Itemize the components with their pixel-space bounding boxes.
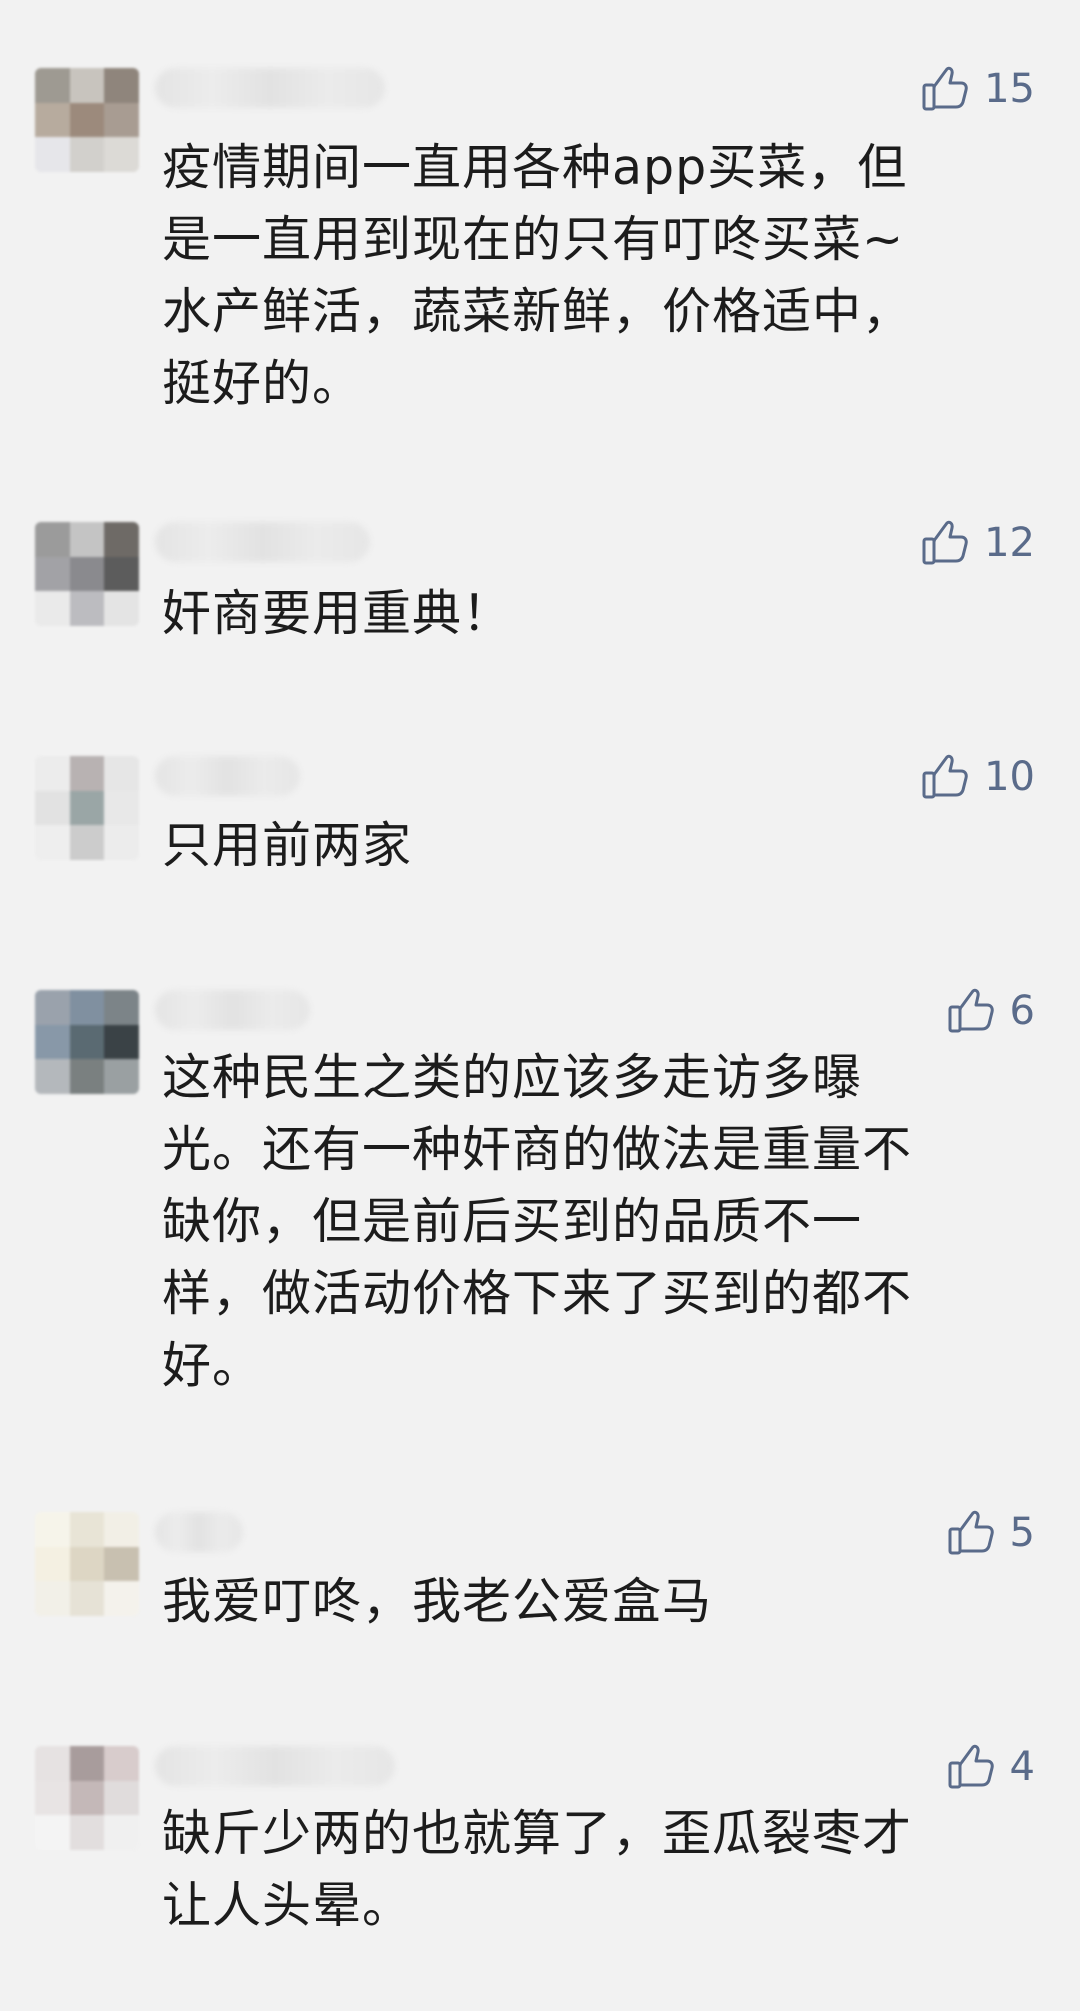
avatar-pixel [69, 68, 105, 103]
avatar-pixel [104, 790, 139, 826]
avatar-pixel [35, 825, 70, 860]
nickname-blurred[interactable] [155, 522, 370, 562]
comment-text: 缺斤少两的也就算了，歪瓜裂枣才 让人头晕。 [162, 1805, 913, 1934]
avatar-pixel [35, 1024, 70, 1060]
like-count: 10 [984, 754, 1035, 800]
avatar-pixel [35, 522, 70, 557]
avatar-pixel [69, 990, 105, 1025]
avatar-pixel [35, 1512, 70, 1547]
avatar-pixel [35, 1059, 70, 1094]
avatar-pixel [69, 1512, 105, 1547]
avatar-pixel [35, 790, 70, 826]
avatar[interactable] [35, 1746, 139, 1850]
avatar-pixel [35, 556, 70, 592]
like-count: 15 [984, 66, 1035, 112]
avatar-pixel [69, 1546, 105, 1582]
avatar-pixel [35, 1780, 70, 1816]
comment-text: 这种民生之类的应该多走访多曝 光。还有一种奸商的做法是重量不 缺你，但是前后买到… [162, 1049, 913, 1394]
avatar-pixel [69, 1024, 105, 1060]
avatar[interactable] [35, 990, 139, 1094]
avatar-pixel [35, 1581, 70, 1616]
avatar-pixel [69, 1815, 105, 1850]
like-button[interactable]: 12 [920, 518, 1035, 568]
nickname-blurred[interactable] [155, 756, 300, 796]
nickname-blurred[interactable] [155, 1746, 395, 1786]
comment-list: 15 疫情期间一直用各种app买菜，但 是一直用到现在的只有叮咚买菜~ 水产鲜活… [0, 0, 1080, 2011]
avatar-pixel [104, 102, 139, 138]
avatar-pixel [35, 990, 70, 1025]
avatar-pixel [104, 137, 139, 172]
avatar-pixel [69, 1581, 105, 1616]
avatar-pixel [104, 1746, 139, 1781]
comment-text: 疫情期间一直用各种app买菜，但 是一直用到现在的只有叮咚买菜~ 水产鲜活，蔬菜… [162, 139, 913, 412]
avatar[interactable] [35, 522, 139, 626]
like-button[interactable]: 15 [920, 64, 1035, 114]
like-button[interactable]: 4 [946, 1742, 1035, 1792]
avatar-pixel [69, 137, 105, 172]
comment-text: 只用前两家 [162, 817, 413, 874]
like-button[interactable]: 5 [946, 1508, 1035, 1558]
avatar-pixel [69, 522, 105, 557]
avatar-pixel [35, 1546, 70, 1582]
avatar-pixel [35, 102, 70, 138]
avatar-pixel [69, 825, 105, 860]
avatar-pixel [35, 1815, 70, 1850]
avatar[interactable] [35, 1512, 139, 1616]
avatar-pixel [104, 1581, 139, 1616]
avatar[interactable] [35, 68, 139, 172]
like-count: 12 [984, 520, 1035, 566]
comment-text: 奸商要用重典！ [162, 585, 513, 642]
avatar-pixel [69, 756, 105, 791]
nickname-blurred[interactable] [155, 68, 385, 108]
nickname-blurred[interactable] [155, 990, 310, 1030]
avatar-pixel [104, 522, 139, 557]
like-count: 6 [1009, 988, 1035, 1034]
avatar-pixel [104, 990, 139, 1025]
avatar-pixel [104, 1815, 139, 1850]
avatar-pixel [69, 790, 105, 826]
avatar-pixel [35, 591, 70, 626]
thumbs-up-icon [946, 1508, 996, 1558]
avatar-pixel [69, 1059, 105, 1094]
avatar-pixel [69, 1780, 105, 1816]
like-button[interactable]: 6 [946, 986, 1035, 1036]
like-button[interactable]: 10 [920, 752, 1035, 802]
avatar-pixel [35, 756, 70, 791]
avatar-pixel [104, 68, 139, 103]
avatar-pixel [104, 756, 139, 791]
avatar-pixel [104, 825, 139, 860]
nickname-blurred[interactable] [155, 1512, 243, 1552]
avatar-pixel [104, 1780, 139, 1816]
thumbs-up-icon [920, 518, 970, 568]
avatar-pixel [104, 591, 139, 626]
avatar-pixel [104, 1024, 139, 1060]
avatar-pixel [104, 1512, 139, 1547]
avatar-pixel [104, 1546, 139, 1582]
thumbs-up-icon [946, 986, 996, 1036]
thumbs-up-icon [920, 752, 970, 802]
thumbs-up-icon [946, 1742, 996, 1792]
avatar-pixel [35, 1746, 70, 1781]
avatar-pixel [35, 137, 70, 172]
like-count: 4 [1009, 1744, 1035, 1790]
avatar-pixel [35, 68, 70, 103]
avatar[interactable] [35, 756, 139, 860]
comment-text: 我爱叮咚，我老公爱盒马 [162, 1573, 713, 1630]
like-count: 5 [1009, 1510, 1035, 1556]
avatar-pixel [69, 1746, 105, 1781]
avatar-pixel [69, 556, 105, 592]
avatar-pixel [104, 556, 139, 592]
avatar-pixel [104, 1059, 139, 1094]
avatar-pixel [69, 591, 105, 626]
avatar-pixel [69, 102, 105, 138]
thumbs-up-icon [920, 64, 970, 114]
